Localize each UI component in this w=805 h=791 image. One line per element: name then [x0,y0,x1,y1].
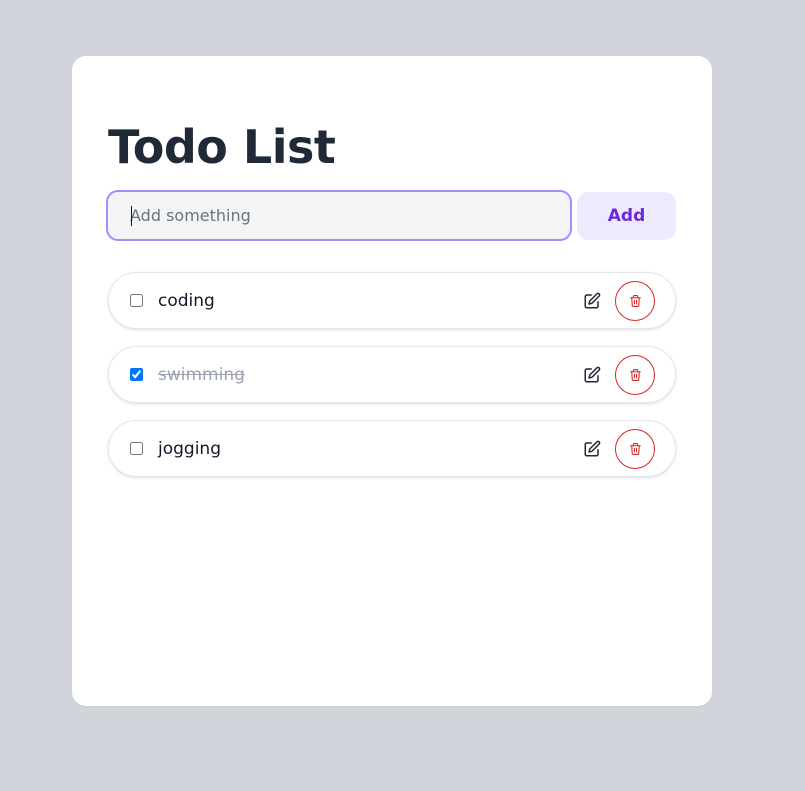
add-todo-form: Add [106,190,676,242]
text-caret [131,206,132,226]
delete-button[interactable] [615,281,655,321]
edit-button[interactable] [583,291,603,311]
add-button[interactable]: Add [577,192,676,240]
todo-item: swimming [108,346,676,403]
todo-text: swimming [158,365,245,385]
todo-item: coding [108,272,676,329]
edit-button[interactable] [583,439,603,459]
pencil-square-icon [584,366,601,383]
todo-checkbox[interactable] [130,368,143,381]
pencil-square-icon [584,440,601,457]
todo-text: coding [158,291,215,311]
todo-checkbox[interactable] [130,442,143,455]
add-todo-input[interactable] [106,190,572,241]
todo-item: jogging [108,420,676,477]
trash-icon [630,443,641,455]
trash-icon [630,369,641,381]
pencil-square-icon [584,292,601,309]
delete-button[interactable] [615,355,655,395]
page-title: Todo List [108,120,336,174]
trash-icon [630,295,641,307]
todo-text: jogging [158,439,221,459]
todo-checkbox[interactable] [130,294,143,307]
edit-button[interactable] [583,365,603,385]
delete-button[interactable] [615,429,655,469]
todo-list: coding swimming jogging [108,272,676,494]
todo-card: Todo List Add coding [72,56,712,706]
